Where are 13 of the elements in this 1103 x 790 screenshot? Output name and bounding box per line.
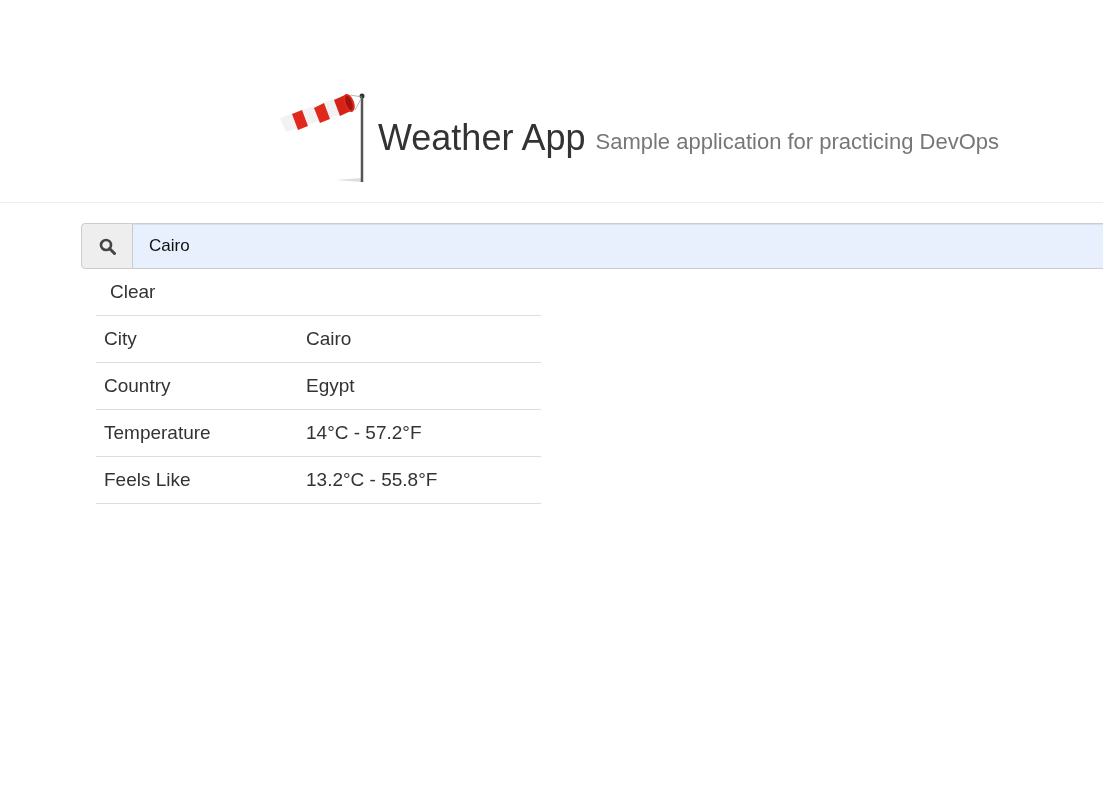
app-subtitle: Sample application for practicing DevOps bbox=[595, 129, 999, 155]
table-cell: Egypt bbox=[306, 375, 355, 397]
table-cell-text: City bbox=[103, 328, 138, 350]
search-icon bbox=[98, 237, 116, 255]
table-cell: 13.2°C - 55.8°F bbox=[306, 469, 438, 491]
search-field[interactable]: Cairo bbox=[133, 223, 1103, 269]
table-cell: Cairo bbox=[306, 328, 352, 350]
clear-button[interactable]: Clear bbox=[102, 277, 164, 307]
table-cell-text: Country bbox=[103, 375, 172, 397]
app-title: Weather App bbox=[378, 117, 586, 159]
table-cell-text: Temperature bbox=[103, 422, 212, 444]
table-cell-text: Feels Like bbox=[103, 469, 192, 491]
table-cell: 14°C - 57.2°F bbox=[306, 422, 422, 444]
